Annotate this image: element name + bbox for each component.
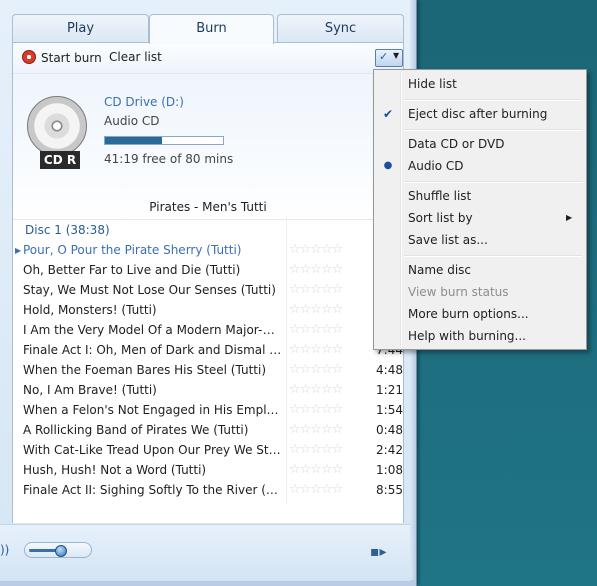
track-title: Hush, Hush! Not a Word (Tutti) (23, 463, 207, 477)
track-length: 2:42 (376, 443, 403, 457)
burn-list-title: Pirates - Men's Tutti (149, 200, 267, 214)
list-options-button[interactable]: ✓ ▼ (375, 49, 403, 67)
list-divider (13, 219, 403, 220)
tab-sync[interactable]: Sync (277, 14, 404, 43)
menu-item-audio-cd[interactable]: Audio CD (408, 155, 464, 177)
playback-controls: )) ▪▸ (0, 524, 410, 581)
list-item[interactable]: Stay, We Must Not Lose Our Senses (Tutti… (13, 280, 403, 300)
list-item[interactable]: When a Felon's Not Engaged in His Employ… (13, 400, 403, 420)
clear-list-button[interactable]: Clear list (109, 50, 162, 64)
start-burn-label: Start burn (41, 51, 102, 65)
track-length: 0:48 (376, 423, 403, 437)
free-space-text: 41:19 free of 80 mins (104, 152, 234, 166)
rating-stars-icon[interactable]: ☆☆☆☆☆ (289, 380, 357, 400)
track-title: No, I Am Brave! (Tutti) (23, 383, 157, 397)
rating-stars-icon[interactable]: ☆☆☆☆☆ (289, 260, 357, 280)
disc-capacity-bar (104, 136, 224, 145)
track-title: Hold, Monsters! (Tutti) (23, 303, 157, 317)
media-player-window: Play Burn Sync Start burn Clear list ✓ ▼… (0, 0, 417, 586)
list-item[interactable]: I Am the Very Model Of a Modern Major-Ge… (13, 320, 403, 340)
menu-item-hide-list[interactable]: Hide list (408, 73, 457, 95)
list-item[interactable]: A Rollicking Band of Pirates We (Tutti) ☆… (13, 420, 403, 440)
rating-stars-icon[interactable]: ☆☆☆☆☆ (289, 280, 357, 300)
switch-to-now-playing-icon[interactable]: ▪▸ (370, 544, 387, 560)
check-icon: ✔ (382, 107, 394, 121)
menu-item-shuffle-list[interactable]: Shuffle list (408, 185, 471, 207)
menu-separator (404, 129, 582, 130)
menu-separator (404, 181, 582, 182)
rating-stars-icon[interactable]: ☆☆☆☆☆ (289, 460, 357, 480)
cd-disc-icon (27, 96, 87, 156)
menu-item-name-disc[interactable]: Name disc (408, 259, 471, 281)
rating-stars-icon[interactable]: ☆☆☆☆☆ (289, 320, 357, 340)
list-item[interactable]: Hush, Hush! Not a Word (Tutti) ☆☆☆☆☆ 1:08 (13, 460, 403, 480)
cd-r-badge: CD R (40, 151, 80, 169)
disc-capacity-fill (105, 137, 162, 144)
menu-item-sort-list-by[interactable]: Sort list by (408, 207, 473, 229)
list-options-icon: ✓ (379, 50, 389, 63)
menu-separator (404, 99, 582, 100)
track-title: Oh, Better Far to Live and Die (Tutti) (23, 263, 241, 277)
track-title: Pour, O Pour the Pirate Sherry (Tutti) (23, 243, 242, 257)
list-item[interactable]: With Cat-Like Tread Upon Our Prey We Ste… (13, 440, 403, 460)
menu-item-save-list-as[interactable]: Save list as... (408, 229, 488, 251)
track-title: Finale Act II: Sighing Softly To the Riv… (23, 483, 283, 497)
list-item[interactable]: Finale Act II: Sighing Softly To the Riv… (13, 480, 403, 500)
track-length: 1:08 (376, 463, 403, 477)
rating-stars-icon[interactable]: ☆☆☆☆☆ (289, 340, 357, 360)
menu-item-more-burn-options[interactable]: More burn options... (408, 303, 529, 325)
submenu-arrow-icon: ▶ (566, 213, 573, 222)
track-title: When the Foeman Bares His Steel (Tutti) (23, 363, 267, 377)
menu-gutter (400, 72, 401, 346)
track-length: 1:21 (376, 383, 403, 397)
list-item[interactable]: Oh, Better Far to Live and Die (Tutti) ☆☆… (13, 260, 403, 280)
track-title: Finale Act I: Oh, Men of Dark and Dismal… (23, 343, 283, 357)
list-item[interactable]: When the Foeman Bares His Steel (Tutti) ☆… (13, 360, 403, 380)
disc-group-header[interactable]: Disc 1 (38:38) (25, 223, 110, 237)
menu-item-view-burn-status: View burn status (408, 285, 509, 299)
burn-toolbar: Start burn Clear list ✓ ▼ (13, 43, 403, 74)
tab-burn[interactable]: Burn (149, 14, 274, 44)
list-item[interactable]: Hold, Monsters! (Tutti) ☆☆☆☆☆ (13, 300, 403, 320)
rating-stars-icon[interactable]: ☆☆☆☆☆ (289, 400, 357, 420)
menu-item-help-with-burning[interactable]: Help with burning... (408, 325, 526, 347)
list-item[interactable]: Finale Act I: Oh, Men of Dark and Dismal… (13, 340, 403, 360)
volume-slider[interactable] (24, 542, 92, 558)
disc-type: Audio CD (104, 114, 160, 128)
speaker-icon[interactable]: )) (0, 543, 9, 557)
rating-stars-icon[interactable]: ☆☆☆☆☆ (289, 240, 357, 260)
track-title: A Rollicking Band of Pirates We (Tutti) (23, 423, 249, 437)
now-playing-arrow-icon: ▶ (15, 246, 22, 255)
tab-play[interactable]: Play (12, 14, 149, 43)
burn-disc-icon (22, 50, 36, 64)
chevron-down-icon: ▼ (393, 51, 400, 60)
track-title: With Cat-Like Tread Upon Our Prey We Ste… (23, 443, 283, 457)
menu-separator (404, 255, 582, 256)
radio-bullet-icon: ● (383, 160, 393, 171)
rating-stars-icon[interactable]: ☆☆☆☆☆ (289, 360, 357, 380)
list-item[interactable]: No, I Am Brave! (Tutti) ☆☆☆☆☆ 1:21 (13, 380, 403, 400)
list-item[interactable]: ▶ Pour, O Pour the Pirate Sherry (Tutti) ☆… (13, 240, 403, 260)
track-length: 1:54 (376, 403, 403, 417)
burn-list: ▶ Pour, O Pour the Pirate Sherry (Tutti) ☆… (13, 240, 403, 500)
menu-item-eject-after-burning[interactable]: Eject disc after burning (408, 103, 547, 125)
track-length: 8:55 (376, 483, 403, 497)
rating-stars-icon[interactable]: ☆☆☆☆☆ (289, 480, 357, 500)
rating-stars-icon[interactable]: ☆☆☆☆☆ (289, 300, 357, 320)
track-title: I Am the Very Model Of a Modern Major-Ge… (23, 323, 283, 337)
drive-name-link[interactable]: CD Drive (D:) (104, 95, 184, 109)
burn-options-menu: Hide list ✔ Eject disc after burning Dat… (373, 69, 587, 350)
track-length: 4:48 (376, 363, 403, 377)
rating-stars-icon[interactable]: ☆☆☆☆☆ (289, 420, 357, 440)
menu-item-data-cd[interactable]: Data CD or DVD (408, 133, 504, 155)
track-title: When a Felon's Not Engaged in His Employ… (23, 403, 283, 417)
start-burn-button[interactable]: Start burn (22, 50, 102, 65)
volume-knob[interactable] (55, 545, 67, 557)
rating-stars-icon[interactable]: ☆☆☆☆☆ (289, 440, 357, 460)
track-title: Stay, We Must Not Lose Our Senses (Tutti… (23, 283, 276, 297)
burn-panel: Start burn Clear list ✓ ▼ CD R CD Drive … (12, 43, 404, 523)
